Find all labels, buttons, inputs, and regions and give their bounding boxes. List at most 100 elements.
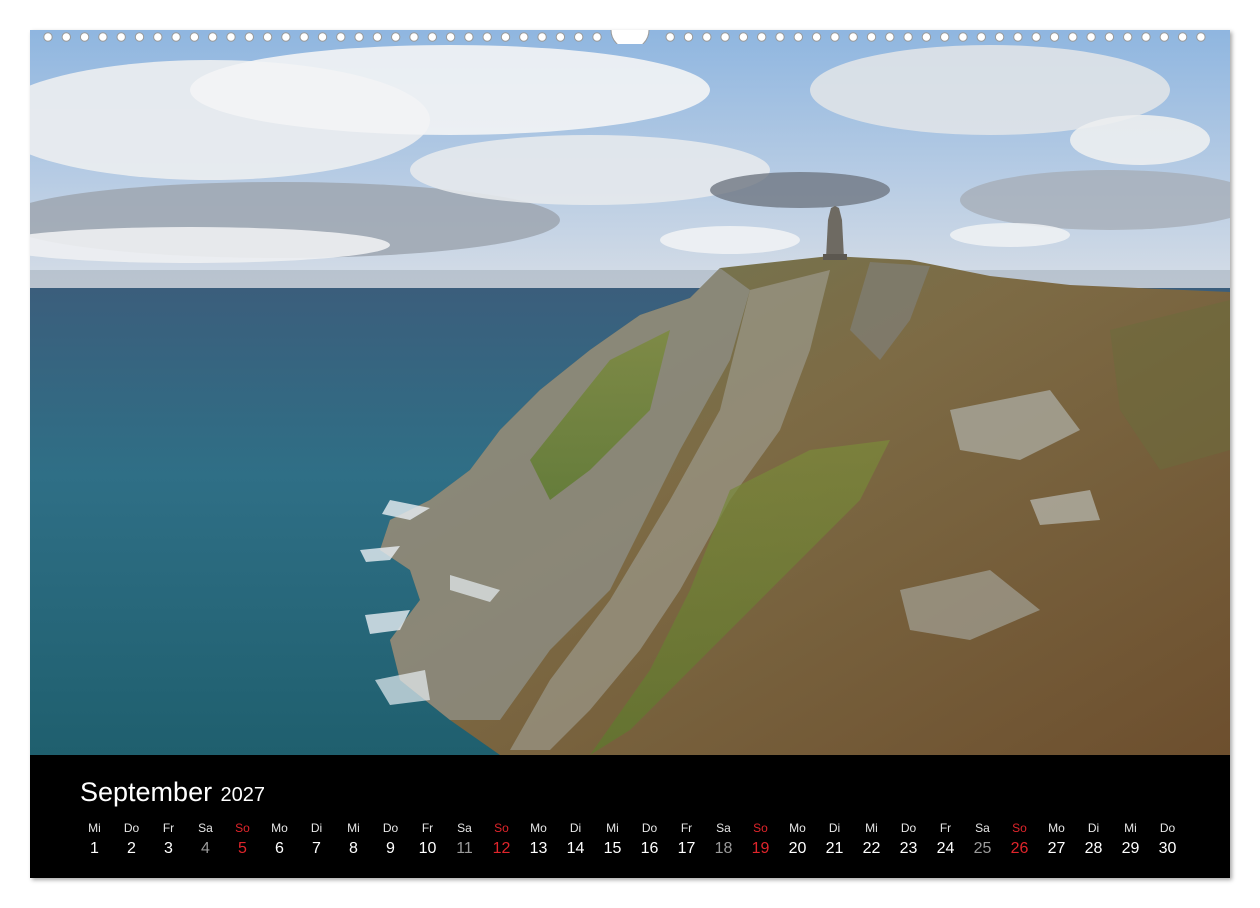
binding-ring: [866, 32, 877, 42]
binding-ring: [134, 32, 145, 42]
weekday-label: Fr: [162, 821, 175, 835]
day-cell: Fr 3: [150, 819, 187, 861]
binding-ring: [1141, 32, 1151, 42]
binding-ring: [775, 32, 785, 42]
day-number: 5: [238, 840, 247, 857]
day-number: 24: [936, 840, 955, 857]
binding-ring: [537, 32, 547, 42]
day-cell: Sa 18: [705, 819, 742, 861]
binding-ring: [244, 32, 255, 42]
binding-ring: [226, 32, 236, 42]
binding-ring: [665, 32, 675, 42]
binding-ring: [372, 32, 383, 42]
weekday-label: So: [235, 821, 250, 835]
weekday-label: Mo: [530, 821, 547, 835]
day-cell: So 26: [1001, 819, 1038, 861]
binding-ring: [1086, 32, 1096, 42]
binding-ring: [281, 32, 291, 42]
day-cell: Mi 15: [594, 819, 631, 861]
binding-ring: [519, 32, 529, 42]
day-number: 11: [456, 840, 473, 857]
day-cell: Fr 10: [409, 819, 446, 861]
calendar-page: September 2027 Mi 1 Do 2 Fr 3 Sa 4 So 5 Mo 6 Di 7 Mi 8 D…: [30, 30, 1230, 878]
weekday-label: Di: [569, 821, 582, 835]
day-number: 6: [275, 840, 284, 857]
binding-ring: [976, 32, 986, 42]
binding-rings: [43, 30, 1206, 44]
binding-ring: [830, 32, 840, 42]
day-number: 3: [164, 840, 173, 857]
weekday-label: Di: [310, 821, 323, 835]
day-cell: Di 14: [557, 819, 594, 861]
weekday-label: Fr: [939, 821, 952, 835]
day-number: 17: [677, 840, 696, 857]
weekday-label: Sa: [198, 821, 213, 835]
binding-ring: [811, 32, 822, 42]
day-cell: Mi 22: [853, 819, 890, 861]
day-cell: So 5: [224, 819, 261, 861]
weekday-label: Mi: [347, 821, 360, 835]
day-number: 30: [1158, 840, 1177, 857]
day-cell: Di 28: [1075, 819, 1112, 861]
binding-ring: [500, 32, 511, 42]
day-number: 10: [418, 840, 437, 857]
day-number: 1: [90, 840, 99, 857]
binding-ring: [1123, 32, 1133, 42]
binding-ring: [464, 32, 474, 42]
binding-ring: [409, 32, 419, 42]
weekday-label: Mo: [789, 821, 806, 835]
day-cell: Mi 8: [335, 819, 372, 861]
binding-ring: [848, 32, 858, 42]
weekday-label: Do: [123, 821, 140, 835]
day-number: 18: [714, 840, 733, 857]
binding-ring: [1013, 32, 1023, 42]
binding-ring: [1031, 32, 1041, 42]
day-cell: Fr 17: [668, 819, 705, 861]
day-cell: Mo 13: [520, 819, 557, 861]
weekday-label: So: [1012, 821, 1027, 835]
binding-ring: [885, 32, 895, 42]
binding-ring: [43, 32, 53, 42]
calendar-bar: September 2027 Mi 1 Do 2 Fr 3 Sa 4 So 5 Mo 6 Di 7 Mi 8 D…: [30, 755, 1230, 878]
binding-ring: [427, 32, 437, 42]
day-number: 25: [973, 840, 992, 857]
day-cell: Do 23: [890, 819, 927, 861]
day-cell: Do 9: [372, 819, 409, 861]
coastal-cliff-image: [30, 30, 1230, 755]
day-cell: Mi 29: [1112, 819, 1149, 861]
hanger-hook: [610, 30, 650, 44]
binding-ring: [189, 32, 200, 42]
weekday-label: Di: [1087, 821, 1100, 835]
day-number: 2: [127, 840, 136, 857]
day-cell: Sa 25: [964, 819, 1001, 861]
day-number: 12: [492, 840, 511, 857]
day-cell: Di 7: [298, 819, 335, 861]
binding-ring: [262, 32, 273, 42]
month-title: September 2027: [80, 777, 265, 808]
weekday-label: Fr: [421, 821, 434, 835]
binding-ring: [79, 32, 90, 42]
weekday-label: Do: [641, 821, 658, 835]
weekday-label: Do: [1159, 821, 1176, 835]
day-cell: Do 30: [1149, 819, 1186, 861]
binding-ring: [153, 32, 163, 42]
binding-ring: [994, 32, 1005, 42]
binding-ring: [354, 32, 364, 42]
weekday-label: Di: [828, 821, 841, 835]
binding-ring: [391, 32, 401, 42]
day-number: 4: [201, 840, 210, 857]
day-grid: Mi 1 Do 2 Fr 3 Sa 4 So 5 Mo 6 Di 7 Mi 8 Do 9 Fr 10 Sa 11 So 12 M…: [76, 819, 1186, 861]
day-number: 8: [349, 840, 358, 857]
day-cell: Mo 20: [779, 819, 816, 861]
binding-ring: [940, 32, 950, 42]
binding-ring: [738, 32, 749, 42]
weekday-label: Mo: [1048, 821, 1065, 835]
landscape-photo: [30, 30, 1230, 755]
day-number: 29: [1121, 840, 1140, 857]
binding-ring: [1196, 32, 1206, 42]
day-number: 22: [862, 840, 881, 857]
weekday-label: Sa: [975, 821, 990, 835]
day-cell: Mi 1: [76, 819, 113, 861]
weekday-label: Mi: [1124, 821, 1137, 835]
weekday-label: Fr: [680, 821, 693, 835]
